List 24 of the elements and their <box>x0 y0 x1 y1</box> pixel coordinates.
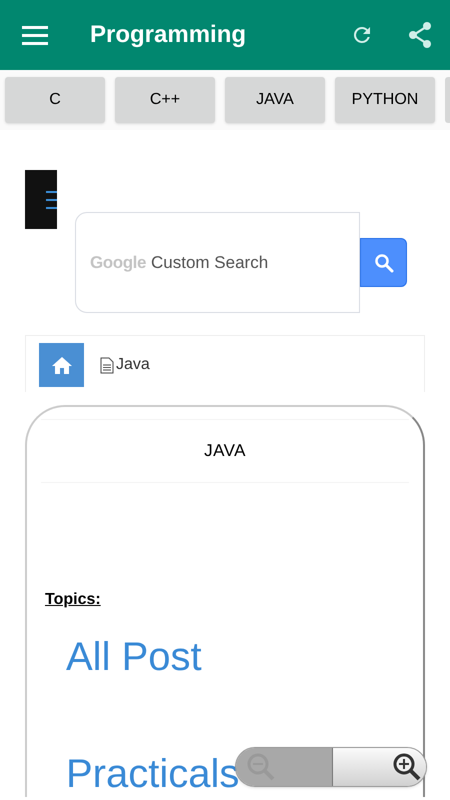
home-button[interactable] <box>39 343 84 387</box>
search-field[interactable]: Google Custom Search <box>75 212 360 313</box>
app-title: Programming <box>90 20 248 50</box>
zoom-out-icon <box>246 752 276 782</box>
topics-label: Topics: <box>45 590 102 610</box>
search-button[interactable] <box>360 238 407 287</box>
tab[interactable]: PYTHON <box>335 77 435 123</box>
google-logo: Google <box>90 252 146 274</box>
zoom-in-icon <box>392 752 422 782</box>
home-icon <box>52 356 72 374</box>
search-icon <box>374 252 394 272</box>
menu-icon[interactable] <box>22 25 48 45</box>
tab[interactable]: C <box>5 77 105 123</box>
tab[interactable]: JAVA <box>225 77 325 123</box>
menu-button[interactable] <box>25 170 57 229</box>
document-icon <box>100 356 114 374</box>
topic-link[interactable]: All Post <box>66 633 409 681</box>
breadcrumb-link[interactable]: Java <box>116 353 150 377</box>
zoom-in-button[interactable] <box>332 748 426 786</box>
tab[interactable]: C++ <box>115 77 215 123</box>
card-heading: JAVA <box>203 440 247 462</box>
search-placeholder: Custom Search <box>151 252 268 274</box>
menu-icon <box>46 190 57 210</box>
share-icon[interactable] <box>408 22 432 48</box>
